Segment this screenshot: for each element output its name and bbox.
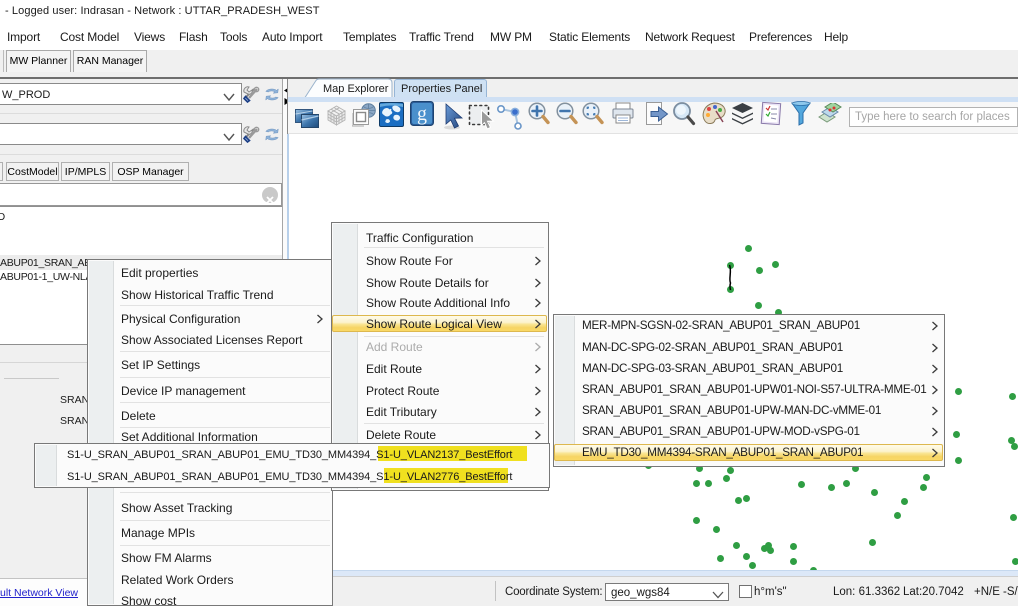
svg-text:g: g [417, 103, 427, 125]
